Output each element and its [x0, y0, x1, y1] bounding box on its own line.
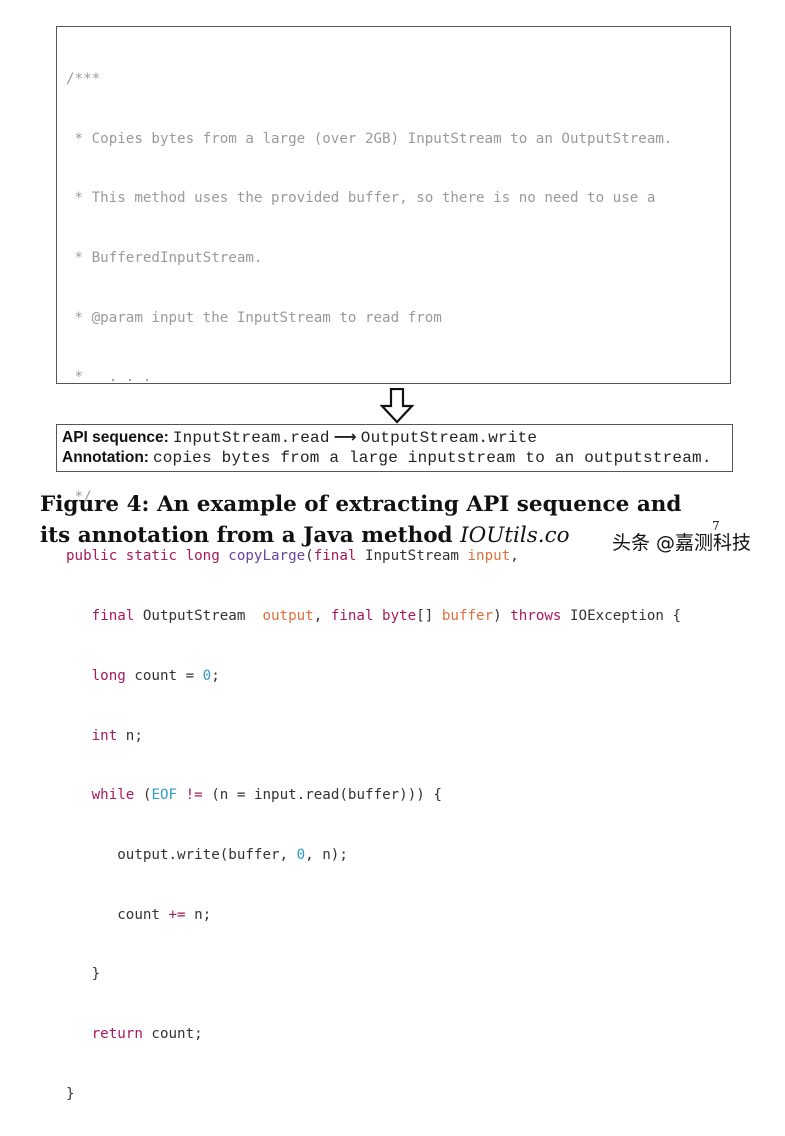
code-line: long count = 0; [66, 667, 681, 687]
keyword: throws [510, 608, 562, 625]
code-text: count [117, 906, 169, 923]
code-line: while (EOF != (n = input.read(buffer))) … [66, 786, 681, 806]
code-line: count += n; [66, 906, 681, 926]
caption-text: its annotation from a Java method [40, 523, 461, 548]
code-text: [] [416, 608, 442, 625]
parameter: buffer [441, 608, 494, 625]
caption-method-name: IOUtils.co [460, 523, 570, 548]
code-text: ) [493, 608, 511, 625]
code-text: count = [125, 667, 203, 684]
keyword: return [91, 1026, 143, 1043]
code-text: OutputStream [134, 608, 263, 625]
keyword: long [91, 667, 126, 684]
api-sequence-row: API sequence: InputStream.read ⟶ OutputS… [62, 427, 537, 449]
number-literal: 0 [296, 846, 306, 863]
comment-line: /*** [66, 70, 101, 87]
code-text: ; [211, 667, 220, 684]
code-text: , [313, 608, 331, 625]
code-line: } [66, 1085, 681, 1105]
code-text: } [66, 1085, 75, 1102]
comment-line: * BufferedInputStream. [66, 249, 263, 266]
code-text: count; [142, 1026, 203, 1043]
keyword: final byte [330, 608, 417, 625]
code-line: } [66, 965, 681, 985]
down-arrow-icon [380, 388, 414, 424]
annotation-row: Annotation: copies bytes from a large in… [62, 449, 712, 471]
comment-line: * @param input the InputStream to read f… [66, 309, 442, 326]
caption-line-1: Figure 4: An example of extracting API s… [40, 492, 682, 517]
code-text: } [91, 966, 101, 983]
operator: += [168, 906, 186, 923]
api-annotation-box: API sequence: InputStream.read ⟶ OutputS… [56, 424, 733, 472]
code-line: output.write(buffer, 0, n); [66, 846, 681, 866]
operator: != [177, 787, 212, 804]
keyword: while [91, 787, 135, 804]
annotation-text: copies bytes from a large inputstream to… [152, 449, 712, 467]
constant: EOF [151, 787, 178, 804]
code-text: IOException { [561, 608, 682, 625]
api-call-from: InputStream.read [172, 429, 330, 447]
keyword: int [91, 727, 118, 744]
api-sequence-label: API sequence: [62, 429, 169, 446]
api-call-to: OutputStream.write [360, 429, 538, 447]
code-line: int n; [66, 727, 681, 747]
right-arrow-icon: ⟶ [333, 427, 357, 446]
java-source-code: /*** * Copies bytes from a large (over 2… [66, 30, 681, 1136]
code-line: return count; [66, 1025, 681, 1045]
code-text: output.write(buffer, [117, 846, 297, 863]
watermark: 头条 @嘉测科技 [612, 532, 752, 554]
code-text: ( [134, 787, 152, 804]
keyword: final [91, 608, 135, 625]
code-line-params: final OutputStream output, final byte[] … [66, 607, 681, 627]
code-text: , n); [305, 846, 348, 863]
comment-line: * Copies bytes from a large (over 2GB) I… [66, 130, 673, 147]
code-text: n; [185, 906, 212, 923]
annotation-label: Annotation: [62, 449, 149, 466]
number-literal: 0 [202, 667, 212, 684]
code-listing-box: /*** * Copies bytes from a large (over 2… [56, 26, 731, 1102]
comment-line: * . . . [66, 369, 152, 386]
code-text: n; [117, 727, 143, 744]
parameter: output [262, 608, 314, 625]
code-text: (n = input.read(buffer))) { [211, 787, 442, 804]
comment-line: * This method uses the provided buffer, … [66, 190, 656, 207]
